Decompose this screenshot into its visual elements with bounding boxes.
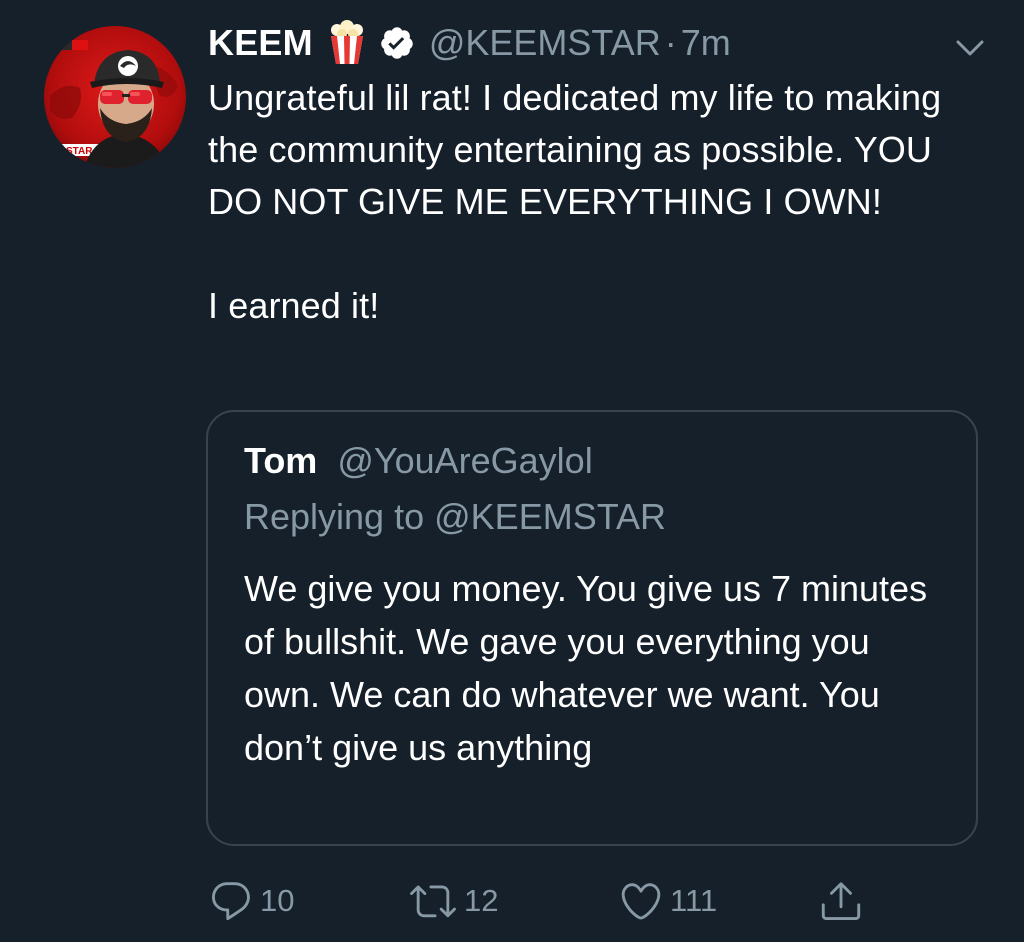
reply-icon <box>208 878 254 924</box>
author-handle[interactable]: @KEEMSTAR <box>429 22 661 64</box>
avatar-badge-text: STAR <box>66 146 93 157</box>
timestamp[interactable]: 7m <box>681 22 731 64</box>
verified-badge-icon <box>379 25 415 61</box>
tweet-paragraph: I earned it! <box>208 285 380 326</box>
heart-icon <box>618 878 664 924</box>
retweet-button[interactable]: 12 <box>408 878 498 924</box>
replying-prefix: Replying to <box>244 496 425 537</box>
reply-count: 10 <box>260 883 295 918</box>
like-button[interactable]: 111 <box>618 878 717 924</box>
tweet[interactable]: STAR KEEM @KEEMSTAR · 7m Ungrateful lil … <box>0 0 1024 942</box>
chevron-down-icon[interactable] <box>952 30 988 66</box>
quoted-handle: @YouAreGaylol <box>337 440 593 481</box>
tweet-text: Ungrateful lil rat! I dedicated my life … <box>208 72 968 332</box>
like-count: 111 <box>670 883 718 918</box>
retweet-count: 12 <box>464 883 499 918</box>
share-button[interactable] <box>818 878 864 924</box>
reply-button[interactable]: 10 <box>208 878 294 924</box>
tweet-paragraph: Ungrateful lil rat! I dedicated my life … <box>208 77 942 222</box>
display-name[interactable]: KEEM <box>208 22 313 64</box>
retweet-icon <box>408 878 458 924</box>
avatar-image: STAR <box>44 26 186 168</box>
separator-dot: · <box>664 22 677 63</box>
quoted-tweet[interactable]: Tom @YouAreGaylol Replying to @KEEMSTAR … <box>206 410 978 846</box>
quoted-display-name: Tom <box>244 440 318 481</box>
avatar[interactable]: STAR <box>44 26 186 168</box>
share-icon <box>818 878 864 924</box>
tweet-header: KEEM @KEEMSTAR · 7m <box>208 18 731 68</box>
quoted-tweet-header: Tom @YouAreGaylol <box>244 440 593 482</box>
quoted-tweet-text: We give you money. You give us 7 minutes… <box>244 568 928 768</box>
action-bar: 10 12 111 <box>208 878 908 934</box>
replying-to-mention[interactable]: @KEEMSTAR <box>434 496 666 537</box>
replying-to: Replying to @KEEMSTAR <box>244 496 666 538</box>
popcorn-icon <box>327 20 367 66</box>
